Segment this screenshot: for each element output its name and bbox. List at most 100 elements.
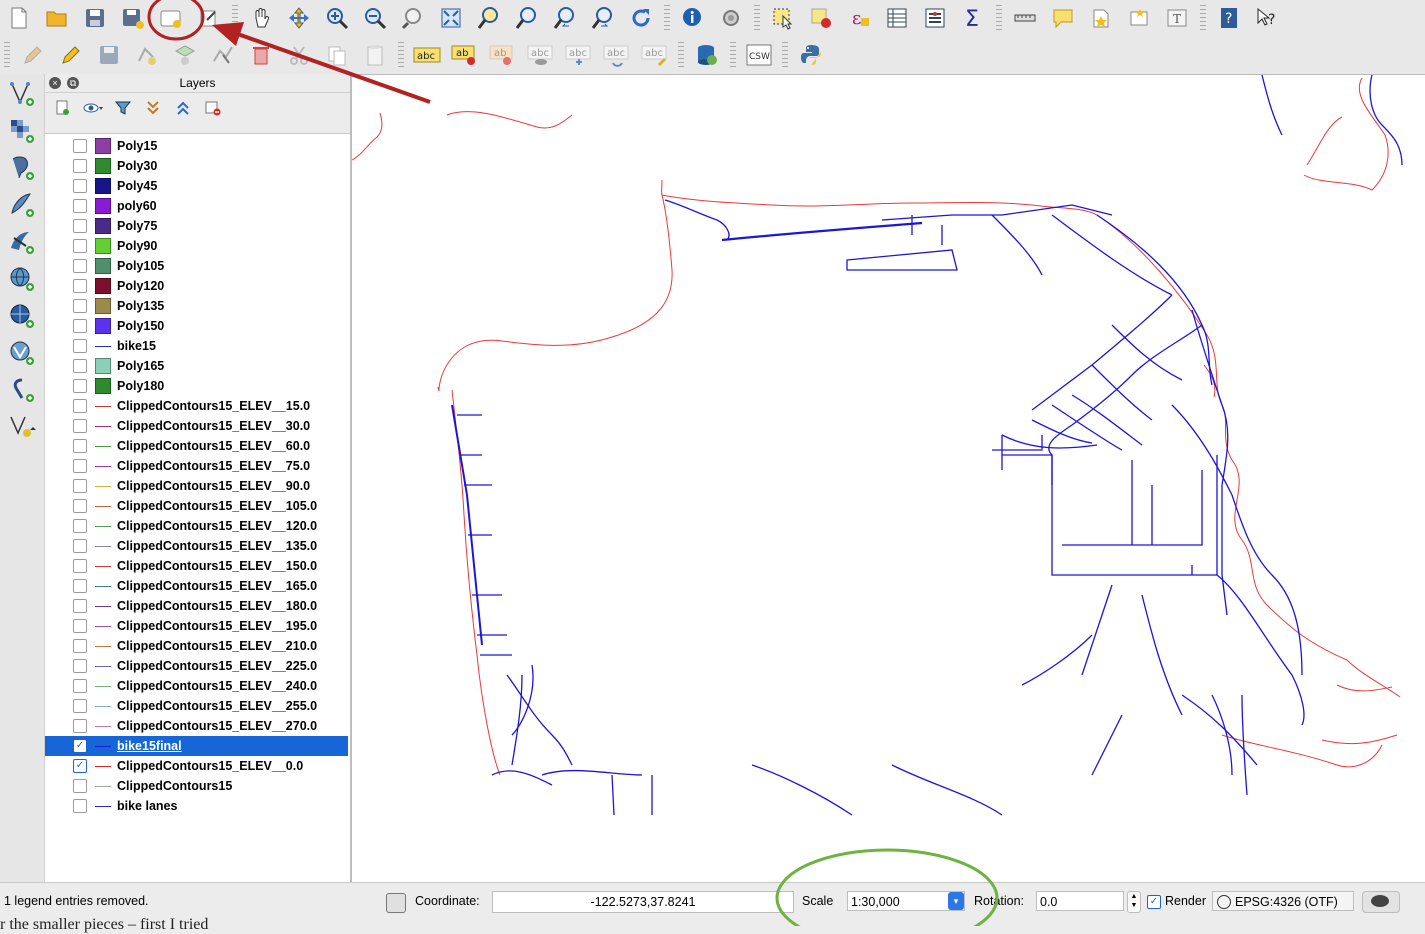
- layer-visibility-checkbox[interactable]: [73, 419, 87, 433]
- field-calculator-icon[interactable]: [919, 3, 951, 33]
- layer-row[interactable]: poly60: [45, 196, 348, 216]
- toolbar-grip[interactable]: [4, 42, 10, 68]
- remove-layer-icon[interactable]: [201, 97, 225, 119]
- layer-row[interactable]: ClippedContours15_ELEV__195.0: [45, 616, 348, 636]
- pan-to-selection-icon[interactable]: [283, 3, 315, 33]
- layer-row[interactable]: ClippedContours15_ELEV__270.0: [45, 716, 348, 736]
- label-tool-icon[interactable]: abc: [411, 40, 443, 70]
- help-icon[interactable]: ?: [1213, 3, 1245, 33]
- layer-visibility-checkbox[interactable]: [73, 699, 87, 713]
- new-print-composer-icon[interactable]: [155, 3, 187, 33]
- zoom-in-icon[interactable]: [321, 3, 353, 33]
- whats-this-icon[interactable]: ?: [1251, 3, 1283, 33]
- layer-visibility-checkbox[interactable]: [73, 299, 87, 313]
- composer-manager-icon[interactable]: [193, 3, 225, 33]
- chevron-down-icon[interactable]: ▾: [948, 892, 964, 910]
- identify-icon[interactable]: [677, 3, 709, 33]
- layer-row[interactable]: ClippedContours15: [45, 776, 348, 796]
- layer-visibility-checkbox[interactable]: [73, 339, 87, 353]
- layer-visibility-checkbox[interactable]: [73, 619, 87, 633]
- layer-visibility-checkbox[interactable]: [73, 179, 87, 193]
- layer-visibility-checkbox[interactable]: [73, 599, 87, 613]
- layer-visibility-checkbox[interactable]: ✓: [73, 759, 87, 773]
- layer-visibility-checkbox[interactable]: [73, 219, 87, 233]
- toolbar-grip[interactable]: [996, 5, 1002, 31]
- add-wfs-layer-icon[interactable]: [4, 336, 40, 370]
- layer-visibility-checkbox[interactable]: [73, 399, 87, 413]
- zoom-last-icon[interactable]: [549, 3, 581, 33]
- python-console-icon[interactable]: [795, 40, 827, 70]
- attribute-table-icon[interactable]: [881, 3, 913, 33]
- layer-row[interactable]: ClippedContours15_ELEV__90.0: [45, 476, 348, 496]
- layer-row[interactable]: ClippedContours15_ELEV__180.0: [45, 596, 348, 616]
- pan-icon[interactable]: [245, 3, 277, 33]
- add-postgis-layer-icon[interactable]: [4, 151, 40, 185]
- add-wcs-layer-icon[interactable]: [4, 299, 40, 333]
- zoom-actual-icon[interactable]: [397, 3, 429, 33]
- db-manager-icon[interactable]: [691, 40, 723, 70]
- manage-visibility-icon[interactable]: [81, 97, 105, 119]
- layer-row[interactable]: ClippedContours15_ELEV__15.0: [45, 396, 348, 416]
- toolbar-grip[interactable]: [678, 42, 684, 68]
- layer-row[interactable]: ClippedContours15_ELEV__120.0: [45, 516, 348, 536]
- map-tips-icon[interactable]: [1047, 3, 1079, 33]
- add-feature-icon[interactable]: [131, 40, 163, 70]
- deselect-icon[interactable]: [805, 3, 837, 33]
- layer-visibility-checkbox[interactable]: [73, 799, 87, 813]
- messages-button[interactable]: [1362, 891, 1400, 913]
- layer-visibility-checkbox[interactable]: [73, 639, 87, 653]
- paste-features-icon[interactable]: [359, 40, 391, 70]
- add-raster-layer-icon[interactable]: [4, 114, 40, 148]
- zoom-full-icon[interactable]: [435, 3, 467, 33]
- refresh-icon[interactable]: [625, 3, 657, 33]
- layer-row[interactable]: ClippedContours15_ELEV__165.0: [45, 576, 348, 596]
- new-bookmark-icon[interactable]: [1085, 3, 1117, 33]
- new-shapefile-icon[interactable]: [4, 410, 40, 444]
- toolbar-grip[interactable]: [398, 42, 404, 68]
- layer-visibility-checkbox[interactable]: [73, 499, 87, 513]
- layer-row[interactable]: Poly135: [45, 296, 348, 316]
- zoom-to-selection-icon[interactable]: [473, 3, 505, 33]
- layer-visibility-checkbox[interactable]: [73, 459, 87, 473]
- layer-row[interactable]: ClippedContours15_ELEV__225.0: [45, 656, 348, 676]
- show-hide-labels-icon[interactable]: abc: [525, 40, 557, 70]
- toolbar-grip[interactable]: [730, 42, 736, 68]
- layer-visibility-checkbox[interactable]: [73, 139, 87, 153]
- rotate-label-icon[interactable]: abc: [601, 40, 633, 70]
- layer-visibility-checkbox[interactable]: [73, 519, 87, 533]
- pin-labels-icon[interactable]: ab: [449, 40, 481, 70]
- layer-visibility-checkbox[interactable]: [73, 559, 87, 573]
- coordinate-field[interactable]: -122.5273,37.8241: [492, 891, 794, 913]
- layer-row[interactable]: Poly30: [45, 156, 348, 176]
- highlight-pinned-icon[interactable]: ab: [487, 40, 519, 70]
- copy-features-icon[interactable]: [321, 40, 353, 70]
- zoom-out-icon[interactable]: [359, 3, 391, 33]
- layer-row[interactable]: Poly45: [45, 176, 348, 196]
- layer-row[interactable]: ClippedContours15_ELEV__150.0: [45, 556, 348, 576]
- layer-visibility-checkbox[interactable]: [73, 379, 87, 393]
- add-mssql-layer-icon[interactable]: [4, 225, 40, 259]
- layer-row[interactable]: Poly165: [45, 356, 348, 376]
- layer-row[interactable]: Poly90: [45, 236, 348, 256]
- change-label-icon[interactable]: abc: [639, 40, 671, 70]
- toolbar-grip[interactable]: [782, 42, 788, 68]
- layer-visibility-checkbox[interactable]: [73, 359, 87, 373]
- layer-visibility-checkbox[interactable]: [73, 279, 87, 293]
- layer-row[interactable]: Poly75: [45, 216, 348, 236]
- layer-row[interactable]: Poly120: [45, 276, 348, 296]
- zoom-to-layer-icon[interactable]: [511, 3, 543, 33]
- layer-row[interactable]: ✓ ClippedContours15_ELEV__0.0: [45, 756, 348, 776]
- add-delimited-text-icon[interactable]: [4, 373, 40, 407]
- layer-row[interactable]: ClippedContours15_ELEV__255.0: [45, 696, 348, 716]
- show-bookmarks-icon[interactable]: [1123, 3, 1155, 33]
- layer-visibility-checkbox[interactable]: [73, 479, 87, 493]
- layer-visibility-checkbox[interactable]: [73, 539, 87, 553]
- save-edits-icon[interactable]: [93, 40, 125, 70]
- toggle-coordinate-display-icon[interactable]: [386, 893, 406, 913]
- statistics-icon[interactable]: Σ: [957, 3, 989, 33]
- collapse-all-icon[interactable]: [171, 97, 195, 119]
- layer-visibility-checkbox[interactable]: [73, 679, 87, 693]
- layer-row[interactable]: Poly180: [45, 376, 348, 396]
- layer-visibility-checkbox[interactable]: [73, 659, 87, 673]
- toggle-editing-icon[interactable]: [17, 40, 49, 70]
